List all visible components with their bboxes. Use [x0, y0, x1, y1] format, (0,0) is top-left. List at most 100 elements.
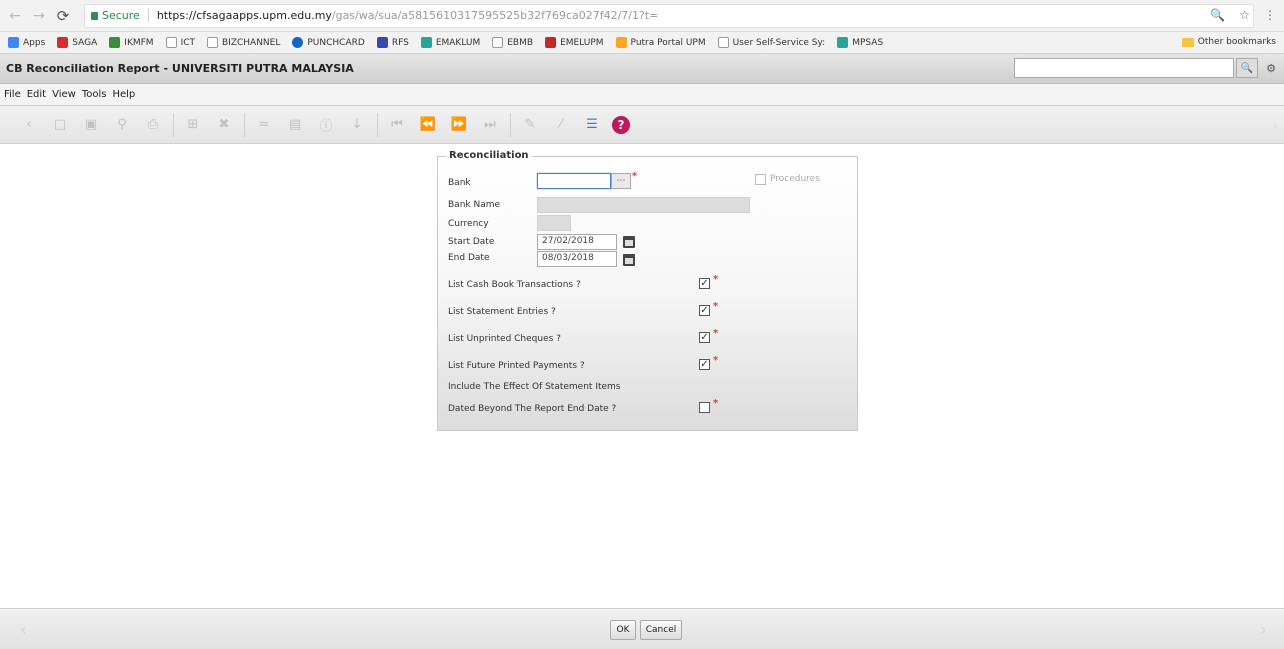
- ok-button[interactable]: OK: [610, 620, 636, 640]
- find-icon[interactable]: ⚲: [111, 114, 133, 136]
- bookmark-rfs[interactable]: RFS: [376, 37, 409, 48]
- dated-beyond-label: Dated Beyond The Report End Date ?: [448, 404, 617, 414]
- reload-icon[interactable]: ⟳: [54, 7, 72, 25]
- url-omnibox[interactable]: Secure https://cfsagaapps.upm.edu.my/gas…: [84, 3, 1254, 28]
- list-cash-book-checkbox[interactable]: ✓: [699, 278, 710, 289]
- scroll-right-icon[interactable]: ›: [1260, 620, 1266, 639]
- list-icon[interactable]: ▤: [284, 114, 306, 136]
- app-search-input[interactable]: [1014, 58, 1234, 78]
- attach-icon[interactable]: ⁄: [550, 114, 572, 136]
- bookmark-emaklum[interactable]: EMAKLUM: [420, 37, 480, 48]
- bookmark-ebmb[interactable]: EBMB: [492, 37, 533, 48]
- emelupm-icon: [545, 37, 557, 48]
- menu-view[interactable]: View: [52, 89, 76, 100]
- dated-beyond-checkbox[interactable]: [699, 402, 710, 413]
- zoom-icon[interactable]: 🔍: [1210, 8, 1225, 22]
- bookmark-user-self-service[interactable]: User Self-Service Sy:: [717, 37, 825, 48]
- calendar-icon[interactable]: [623, 254, 635, 266]
- mpsas-icon: [837, 37, 849, 48]
- help-icon[interactable]: ?: [612, 115, 630, 134]
- previous-record-icon[interactable]: ⏪: [417, 114, 439, 136]
- menu-bar: File Edit View Tools Help: [0, 84, 1284, 106]
- forward-arrow-icon[interactable]: →: [30, 7, 48, 25]
- new-record-icon[interactable]: □: [49, 114, 71, 136]
- last-record-icon[interactable]: ⏭: [479, 114, 501, 136]
- back-arrow-icon[interactable]: ←: [6, 7, 24, 25]
- required-marker: *: [713, 274, 719, 285]
- url-path: /gas/wa/sua/a5815610317595525b32f769ca02…: [331, 9, 659, 22]
- menu-dots-icon[interactable]: ⋮: [1264, 8, 1276, 22]
- app-title: CB Reconciliation Report - UNIVERSITI PU…: [6, 62, 354, 75]
- url-host: https://cfsagaapps.upm.edu.my: [156, 9, 332, 22]
- required-marker: *: [713, 355, 719, 366]
- list-statement-entries-checkbox[interactable]: ✓: [699, 305, 710, 316]
- menu-help[interactable]: Help: [112, 89, 135, 100]
- start-date-input[interactable]: 27/02/2018: [537, 234, 617, 250]
- saga-icon: [57, 37, 69, 48]
- putra-portal-icon: [615, 37, 627, 48]
- secure-label: Secure: [102, 9, 149, 22]
- edit-icon[interactable]: ✎: [519, 114, 541, 136]
- procedures-label: Procedures: [770, 174, 820, 184]
- scroll-left-icon[interactable]: ‹: [20, 620, 26, 639]
- procedures-checkbox[interactable]: [755, 174, 766, 185]
- rfs-icon: [376, 37, 388, 48]
- panel-legend: Reconciliation: [446, 150, 532, 161]
- settings-icon[interactable]: ⚙: [1262, 58, 1280, 78]
- page-icon: [717, 37, 729, 48]
- bookmark-punchcard[interactable]: PUNCHCARD: [292, 37, 365, 48]
- star-icon[interactable]: ☆: [1239, 8, 1250, 22]
- search-icon[interactable]: 🔍: [1236, 58, 1258, 78]
- currency-field: [537, 215, 571, 231]
- filter-icon[interactable]: ☰: [581, 114, 603, 136]
- query-icon[interactable]: ≈: [253, 114, 275, 136]
- sort-icon[interactable]: ↓: [346, 114, 368, 136]
- start-date-label: Start Date: [448, 237, 495, 247]
- save-icon[interactable]: ▣: [80, 114, 102, 136]
- bank-label: Bank: [448, 178, 471, 188]
- emaklum-icon: [420, 37, 432, 48]
- required-marker: *: [632, 171, 638, 182]
- reconciliation-panel: Reconciliation Bank ⋯ * Procedures Bank …: [437, 150, 858, 431]
- menu-file[interactable]: File: [4, 89, 21, 100]
- other-bookmarks[interactable]: Other bookmarks: [1181, 37, 1276, 47]
- bookmark-putra-portal[interactable]: Putra Portal UPM: [615, 37, 706, 48]
- print-icon[interactable]: ⎙: [142, 114, 164, 136]
- bookmark-ict[interactable]: ICT: [165, 37, 195, 48]
- bookmarks-bar: Apps SAGA IKMFM ICT BIZCHANNEL PUNCHCARD…: [0, 32, 1284, 54]
- list-unprinted-cheques-checkbox[interactable]: ✓: [699, 332, 710, 343]
- list-future-payments-checkbox[interactable]: ✓: [699, 359, 710, 370]
- end-date-label: End Date: [448, 253, 490, 263]
- info-icon[interactable]: ⓘ: [315, 114, 337, 136]
- insert-icon[interactable]: ⊞: [182, 114, 204, 136]
- page-icon: [207, 37, 218, 48]
- bookmark-bizchannel[interactable]: BIZCHANNEL: [207, 37, 280, 48]
- toolbar: ‹ □ ▣ ⚲ ⎙ ⊞ ✖ ≈ ▤ ⓘ ↓ ⏮ ⏪ ⏩ ⏭ ✎ ⁄ ☰ ?: [0, 106, 1284, 144]
- bookmark-emelupm[interactable]: EMELUPM: [545, 37, 604, 48]
- bookmark-mpsas[interactable]: MPSAS: [837, 37, 883, 48]
- bookmark-ikmfm[interactable]: IKMFM: [109, 37, 154, 48]
- first-record-icon[interactable]: ⏮: [386, 114, 408, 136]
- bank-input[interactable]: [537, 173, 611, 189]
- include-effect-label: Include The Effect Of Statement Items: [448, 382, 621, 392]
- menu-tools[interactable]: Tools: [82, 89, 107, 100]
- calendar-icon[interactable]: [623, 236, 635, 248]
- folder-icon: [1181, 37, 1194, 47]
- scroll-right-icon[interactable]: ›: [1272, 118, 1278, 134]
- list-statement-entries-label: List Statement Entries ?: [448, 307, 556, 317]
- delete-icon[interactable]: ✖: [213, 114, 235, 136]
- end-date-input[interactable]: 08/03/2018: [537, 251, 617, 267]
- back-icon[interactable]: ‹: [18, 114, 40, 136]
- bank-lookup-button[interactable]: ⋯: [611, 173, 631, 189]
- ikmfm-icon: [109, 37, 121, 48]
- menu-edit[interactable]: Edit: [27, 89, 46, 100]
- list-unprinted-cheques-label: List Unprinted Cheques ?: [448, 334, 561, 344]
- bank-name-field: [537, 197, 750, 213]
- cancel-button[interactable]: Cancel: [640, 620, 682, 640]
- browser-address-bar: ← → ⟳ Secure https://cfsagaapps.upm.edu.…: [0, 0, 1284, 32]
- list-future-payments-label: List Future Printed Payments ?: [448, 361, 585, 371]
- bookmark-saga[interactable]: SAGA: [57, 37, 97, 48]
- toolbar-separator: [510, 112, 511, 137]
- next-record-icon[interactable]: ⏩: [448, 114, 470, 136]
- bookmark-apps[interactable]: Apps: [8, 37, 45, 48]
